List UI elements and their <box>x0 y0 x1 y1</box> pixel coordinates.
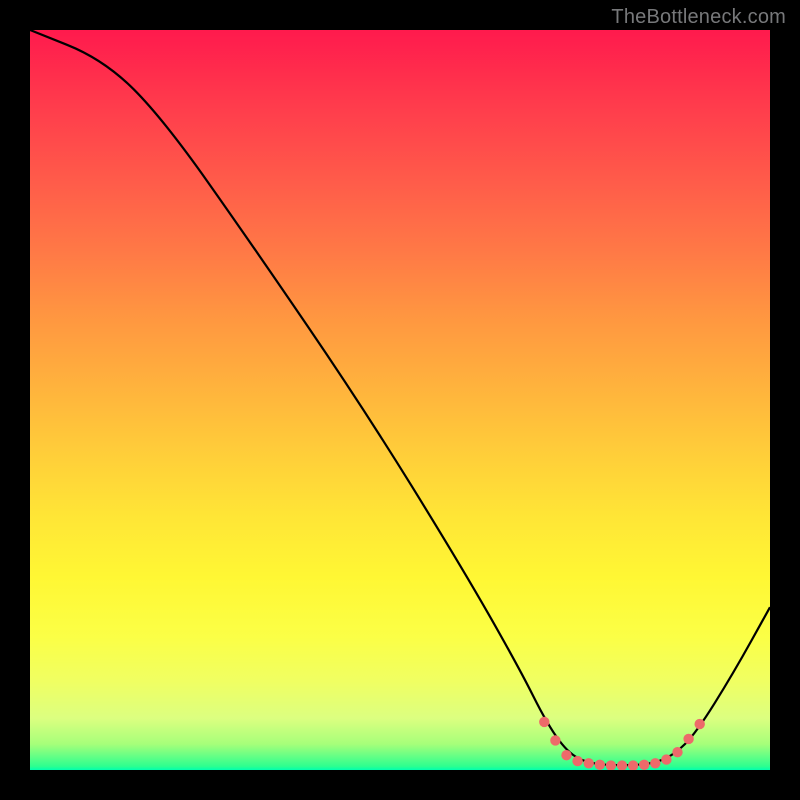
curve-marker <box>584 758 594 768</box>
curve-marker <box>683 734 693 744</box>
chart-container: TheBottleneck.com <box>0 0 800 800</box>
curve-marker <box>561 750 571 760</box>
bottleneck-curve <box>30 30 770 765</box>
curve-marker <box>661 754 671 764</box>
curve-marker <box>695 719 705 729</box>
curve-marker <box>595 760 605 770</box>
curve-marker <box>628 760 638 770</box>
plot-area <box>30 30 770 770</box>
curve-marker <box>639 760 649 770</box>
curve-marker <box>572 756 582 766</box>
chart-svg <box>30 30 770 770</box>
curve-marker <box>550 735 560 745</box>
curve-marker <box>606 760 616 770</box>
curve-marker <box>617 760 627 770</box>
curve-marker <box>672 747 682 757</box>
curve-markers <box>539 717 705 770</box>
watermark-text: TheBottleneck.com <box>611 6 786 29</box>
curve-marker <box>650 758 660 768</box>
curve-marker <box>539 717 549 727</box>
